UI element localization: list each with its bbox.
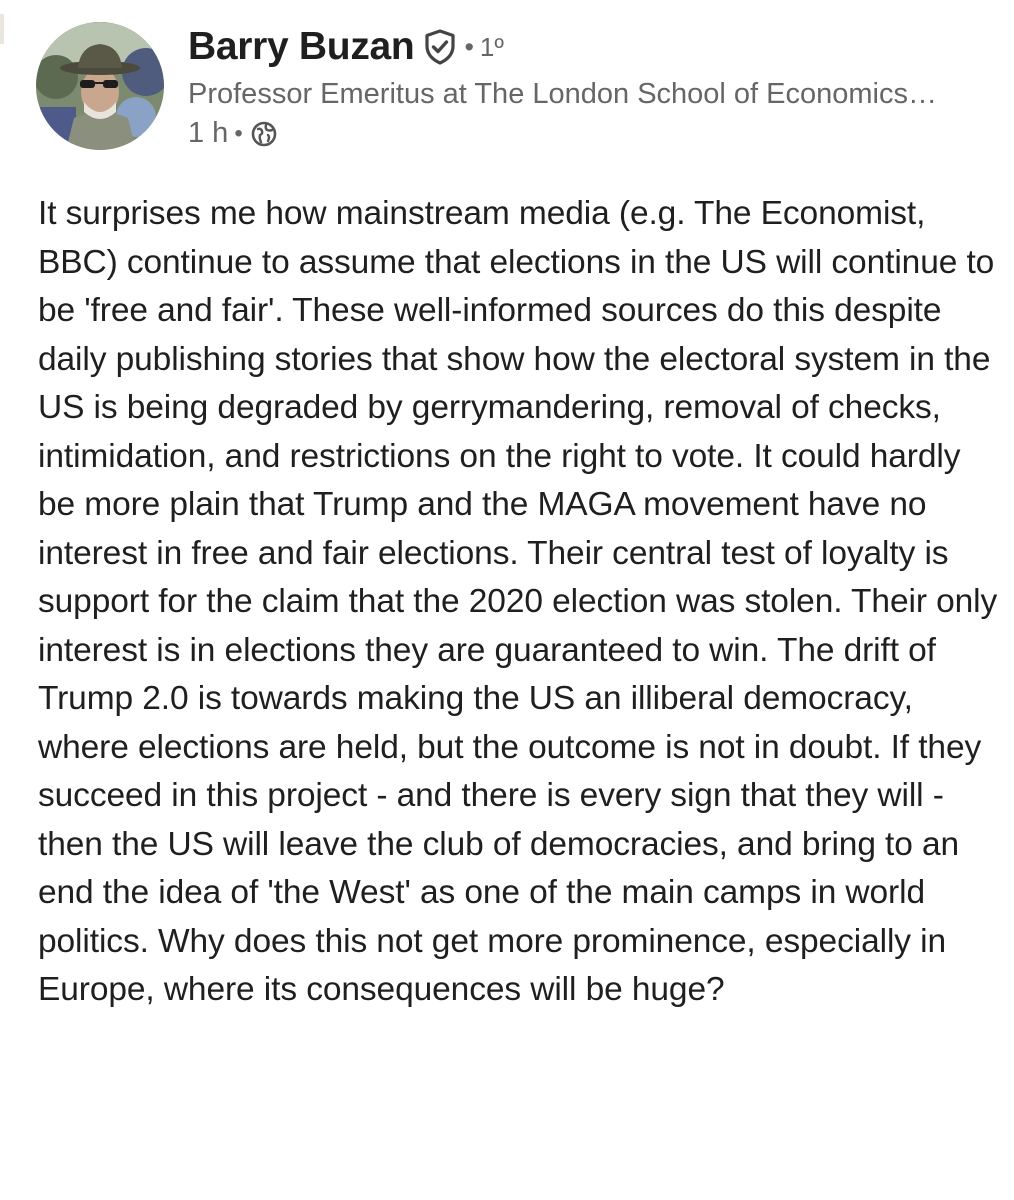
connection-degree: 1º	[479, 31, 504, 62]
verified-shield-icon[interactable]	[424, 29, 456, 65]
author-name-row: Barry Buzan • 1º	[188, 22, 996, 72]
post-body-text: It surprises me how mainstream media (e.…	[38, 195, 998, 1008]
avatar-photo	[36, 22, 164, 150]
author-headline[interactable]: Professor Emeritus at The London School …	[188, 78, 998, 111]
author-avatar[interactable]	[36, 22, 164, 150]
author-info: Barry Buzan • 1º Professor Emeritus at T…	[188, 22, 996, 150]
post-meta: 1 h •	[188, 117, 996, 150]
globe-icon	[251, 121, 277, 147]
post-header: Barry Buzan • 1º Professor Emeritus at T…	[36, 22, 996, 152]
author-name[interactable]: Barry Buzan	[188, 25, 415, 69]
left-edge-mark	[0, 14, 4, 44]
post-timestamp: 1 h	[188, 117, 229, 149]
degree-separator: •	[464, 31, 474, 62]
meta-separator: •	[234, 119, 243, 147]
